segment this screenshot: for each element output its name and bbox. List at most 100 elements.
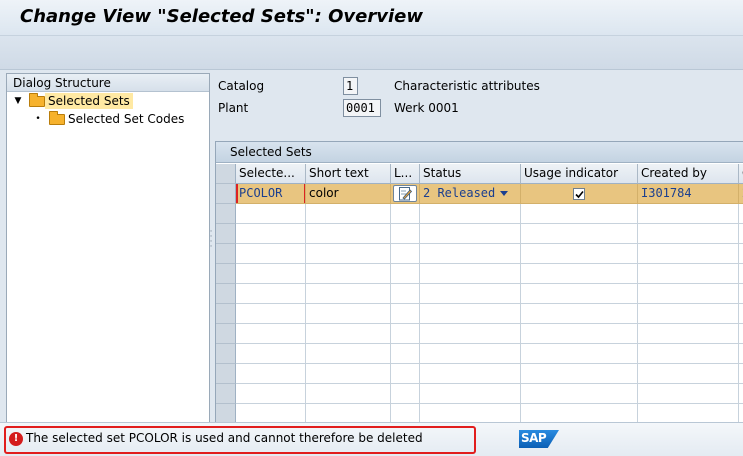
empty-table-row[interactable] xyxy=(216,324,743,344)
row-selector[interactable] xyxy=(216,224,236,244)
usage-indicator-checkbox[interactable] xyxy=(573,188,585,200)
empty-cell[interactable] xyxy=(739,244,743,264)
empty-cell[interactable] xyxy=(420,224,521,244)
empty-cell[interactable] xyxy=(521,384,638,404)
empty-table-row[interactable] xyxy=(216,224,743,244)
empty-cell[interactable] xyxy=(306,324,391,344)
empty-cell[interactable] xyxy=(236,244,306,264)
empty-table-row[interactable] xyxy=(216,304,743,324)
row-selector[interactable] xyxy=(216,344,236,364)
empty-cell[interactable] xyxy=(521,344,638,364)
column-header-status[interactable]: Status xyxy=(420,164,521,184)
empty-cell[interactable] xyxy=(521,304,638,324)
empty-cell[interactable] xyxy=(306,304,391,324)
empty-cell[interactable] xyxy=(236,304,306,324)
row-selector[interactable] xyxy=(216,384,236,404)
empty-cell[interactable] xyxy=(391,344,420,364)
empty-cell[interactable] xyxy=(638,344,739,364)
row-selector[interactable] xyxy=(216,304,236,324)
empty-cell[interactable] xyxy=(391,264,420,284)
tree-item-selected-sets[interactable]: ▼ Selected Sets xyxy=(7,92,209,110)
empty-cell[interactable] xyxy=(739,344,743,364)
empty-cell[interactable] xyxy=(306,264,391,284)
empty-cell[interactable] xyxy=(391,404,420,422)
empty-cell[interactable] xyxy=(306,224,391,244)
empty-cell[interactable] xyxy=(521,364,638,384)
empty-table-row[interactable] xyxy=(216,204,743,224)
empty-cell[interactable] xyxy=(306,404,391,422)
empty-cell[interactable] xyxy=(236,324,306,344)
empty-table-row[interactable] xyxy=(216,344,743,364)
empty-cell[interactable] xyxy=(739,224,743,244)
empty-cell[interactable] xyxy=(236,364,306,384)
column-header-long-text[interactable]: L... xyxy=(391,164,420,184)
empty-cell[interactable] xyxy=(638,324,739,344)
empty-cell[interactable] xyxy=(638,304,739,324)
empty-cell[interactable] xyxy=(391,224,420,244)
short-text-cell[interactable]: color xyxy=(306,184,391,204)
empty-cell[interactable] xyxy=(236,204,306,224)
table-row[interactable]: PCOLOR color 2 Released I301784 xyxy=(216,184,743,204)
empty-cell[interactable] xyxy=(638,384,739,404)
row-selector[interactable] xyxy=(216,264,236,284)
empty-cell[interactable] xyxy=(638,364,739,384)
empty-cell[interactable] xyxy=(521,244,638,264)
column-header-selected-set[interactable]: Selecte... xyxy=(236,164,306,184)
tree-item-label[interactable]: Selected Set Codes xyxy=(65,111,187,127)
empty-cell[interactable] xyxy=(391,304,420,324)
empty-cell[interactable] xyxy=(236,384,306,404)
tree-item-label[interactable]: Selected Sets xyxy=(45,93,133,109)
empty-cell[interactable] xyxy=(306,384,391,404)
empty-cell[interactable] xyxy=(638,224,739,244)
column-header-created-on[interactable]: C xyxy=(739,164,743,184)
row-selector[interactable] xyxy=(216,364,236,384)
empty-cell[interactable] xyxy=(521,324,638,344)
empty-cell[interactable] xyxy=(236,404,306,422)
plant-field[interactable]: 0001 xyxy=(343,99,381,117)
empty-cell[interactable] xyxy=(420,304,521,324)
empty-cell[interactable] xyxy=(638,404,739,422)
empty-cell[interactable] xyxy=(521,204,638,224)
empty-cell[interactable] xyxy=(391,384,420,404)
empty-cell[interactable] xyxy=(236,264,306,284)
empty-table-row[interactable] xyxy=(216,264,743,284)
empty-table-row[interactable] xyxy=(216,284,743,304)
row-selector[interactable] xyxy=(216,324,236,344)
empty-cell[interactable] xyxy=(391,284,420,304)
empty-cell[interactable] xyxy=(521,224,638,244)
created-on-cell[interactable]: 2 xyxy=(739,184,743,204)
pencil-edit-icon[interactable] xyxy=(393,185,417,202)
row-selector[interactable] xyxy=(216,204,236,224)
tree-item-selected-set-codes[interactable]: • Selected Set Codes xyxy=(7,110,209,128)
select-all-button[interactable] xyxy=(216,164,236,184)
triangle-down-icon[interactable]: ▼ xyxy=(13,92,23,110)
empty-cell[interactable] xyxy=(638,204,739,224)
splitter-handle[interactable]: · · · · xyxy=(209,228,213,252)
row-selector[interactable] xyxy=(216,284,236,304)
selected-set-cell[interactable]: PCOLOR xyxy=(236,184,306,204)
empty-cell[interactable] xyxy=(739,284,743,304)
empty-cell[interactable] xyxy=(739,304,743,324)
empty-cell[interactable] xyxy=(739,324,743,344)
empty-cell[interactable] xyxy=(420,324,521,344)
empty-cell[interactable] xyxy=(638,244,739,264)
column-header-created-by[interactable]: Created by xyxy=(638,164,739,184)
empty-cell[interactable] xyxy=(420,284,521,304)
empty-table-row[interactable] xyxy=(216,244,743,264)
empty-table-row[interactable] xyxy=(216,364,743,384)
empty-cell[interactable] xyxy=(306,204,391,224)
empty-table-row[interactable] xyxy=(216,384,743,404)
empty-cell[interactable] xyxy=(739,404,743,422)
empty-cell[interactable] xyxy=(521,404,638,422)
empty-cell[interactable] xyxy=(391,204,420,224)
row-selector[interactable] xyxy=(216,244,236,264)
empty-cell[interactable] xyxy=(391,244,420,264)
empty-cell[interactable] xyxy=(420,384,521,404)
created-by-cell[interactable]: I301784 xyxy=(638,184,739,204)
empty-cell[interactable] xyxy=(420,204,521,224)
status-message[interactable]: ! The selected set PCOLOR is used and ca… xyxy=(4,426,476,454)
empty-cell[interactable] xyxy=(420,244,521,264)
column-header-usage-indicator[interactable]: Usage indicator xyxy=(521,164,638,184)
empty-cell[interactable] xyxy=(521,264,638,284)
empty-table-row[interactable] xyxy=(216,404,743,422)
